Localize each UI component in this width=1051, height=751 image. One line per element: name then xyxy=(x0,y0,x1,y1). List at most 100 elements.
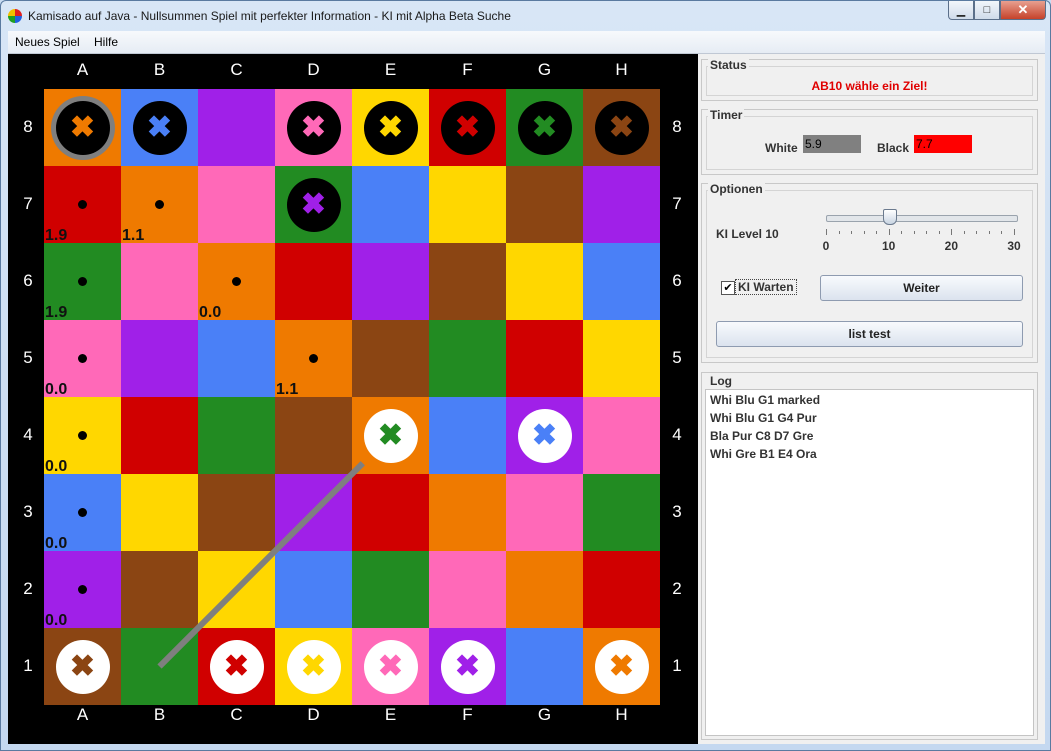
board-cell-h4[interactable] xyxy=(583,397,660,474)
board-cell-e2[interactable] xyxy=(352,551,429,628)
board-cell-f1[interactable]: ✖ xyxy=(429,628,506,705)
board-cell-b1[interactable] xyxy=(121,628,198,705)
board-cell-g2[interactable] xyxy=(506,551,583,628)
list-test-button[interactable]: list test xyxy=(716,321,1023,347)
board-cell-c4[interactable] xyxy=(198,397,275,474)
board-cell-c2[interactable] xyxy=(198,551,275,628)
white-tower-f1[interactable]: ✖ xyxy=(440,639,495,694)
board-cell-h1[interactable]: ✖ xyxy=(583,628,660,705)
close-button[interactable]: ✕ xyxy=(1000,1,1046,20)
menu-neues-spiel[interactable]: Neues Spiel xyxy=(15,35,80,49)
board-cell-c1[interactable]: ✖ xyxy=(198,628,275,705)
board-cell-b6[interactable] xyxy=(121,243,198,320)
ki-level-slider-thumb[interactable] xyxy=(882,209,897,225)
board-cell-b8[interactable]: ✖ xyxy=(121,89,198,166)
board-cell-d3[interactable] xyxy=(275,474,352,551)
board-cell-a1[interactable]: ✖ xyxy=(44,628,121,705)
board-cell-f8[interactable]: ✖ xyxy=(429,89,506,166)
window-title: Kamisado auf Java - Nullsummen Spiel mit… xyxy=(28,9,511,23)
black-tower-b8[interactable]: ✖ xyxy=(132,100,187,155)
board-cell-d1[interactable]: ✖ xyxy=(275,628,352,705)
log-list[interactable]: Whi Blu G1 marked Whi Blu G1 G4 Pur Bla Pu… xyxy=(705,389,1034,736)
row-label-8: 8 xyxy=(23,116,33,136)
board-cell-a6[interactable]: 1.9 xyxy=(44,243,121,321)
board-cell-g1[interactable] xyxy=(506,628,583,705)
white-tower-h1[interactable]: ✖ xyxy=(594,639,649,694)
black-tower-d7[interactable]: ✖ xyxy=(286,177,341,232)
board-cell-h2[interactable] xyxy=(583,551,660,628)
board-cell-f3[interactable] xyxy=(429,474,506,551)
slider-tick-label: 10 xyxy=(881,239,896,253)
white-tower-c1[interactable]: ✖ xyxy=(209,639,264,694)
board-cell-a5[interactable]: 0.0 xyxy=(44,320,121,398)
board-cell-e8[interactable]: ✖ xyxy=(352,89,429,166)
row-label-3: 3 xyxy=(672,501,682,521)
board-cell-g5[interactable] xyxy=(506,320,583,397)
board-cell-b2[interactable] xyxy=(121,551,198,628)
board-cell-d4[interactable] xyxy=(275,397,352,474)
ki-level-slider-track[interactable] xyxy=(826,215,1018,222)
board-cell-f5[interactable] xyxy=(429,320,506,397)
white-tower-e4[interactable]: ✖ xyxy=(363,408,418,463)
board-cell-a3[interactable]: 0.0 xyxy=(44,474,121,552)
board-cell-e6[interactable] xyxy=(352,243,429,320)
black-tower-f8[interactable]: ✖ xyxy=(440,100,495,155)
board-cell-g4[interactable]: ✖ xyxy=(506,397,583,474)
board-cell-d7[interactable]: ✖ xyxy=(275,166,352,243)
board-cell-c6[interactable]: 0.0 xyxy=(198,243,275,321)
board-cell-b7[interactable]: 1.1 xyxy=(121,166,198,244)
white-tower-e1[interactable]: ✖ xyxy=(363,639,418,694)
board-cell-f4[interactable] xyxy=(429,397,506,474)
board-cell-h8[interactable]: ✖ xyxy=(583,89,660,166)
slider-tick xyxy=(888,229,890,235)
board-cell-h7[interactable] xyxy=(583,166,660,243)
board-cell-a2[interactable]: 0.0 xyxy=(44,551,121,629)
board-cell-g3[interactable] xyxy=(506,474,583,551)
board-cell-c3[interactable] xyxy=(198,474,275,551)
black-tower-h8[interactable]: ✖ xyxy=(594,100,649,155)
board-cell-b5[interactable] xyxy=(121,320,198,397)
board-cell-c5[interactable] xyxy=(198,320,275,397)
board-cell-h3[interactable] xyxy=(583,474,660,551)
white-tower-d1[interactable]: ✖ xyxy=(286,639,341,694)
white-tower-a1[interactable]: ✖ xyxy=(55,639,110,694)
board-cell-d6[interactable] xyxy=(275,243,352,320)
board-cell-c7[interactable] xyxy=(198,166,275,243)
column-label-h: H xyxy=(615,705,628,724)
black-tower-d8[interactable]: ✖ xyxy=(286,100,341,155)
board-cell-a4[interactable]: 0.0 xyxy=(44,397,121,475)
board-cell-f6[interactable] xyxy=(429,243,506,320)
board-cell-g8[interactable]: ✖ xyxy=(506,89,583,166)
menu-hilfe[interactable]: Hilfe xyxy=(94,35,118,49)
board-cell-e7[interactable] xyxy=(352,166,429,243)
black-tower-g8[interactable]: ✖ xyxy=(517,100,572,155)
board-cell-a8[interactable]: ✖ xyxy=(44,89,121,166)
board-cell-g7[interactable] xyxy=(506,166,583,243)
board-cell-d5[interactable]: 1.1 xyxy=(275,320,352,398)
board-cell-a7[interactable]: 1.9 xyxy=(44,166,121,244)
board-cell-e5[interactable] xyxy=(352,320,429,397)
weiter-button[interactable]: Weiter xyxy=(820,275,1023,301)
board-cell-h5[interactable] xyxy=(583,320,660,397)
board-cell-d8[interactable]: ✖ xyxy=(275,89,352,166)
board-cell-g6[interactable] xyxy=(506,243,583,320)
ki-warten-checkbox[interactable]: ✔ xyxy=(721,281,735,295)
board-cell-c8[interactable] xyxy=(198,89,275,166)
board-cell-h6[interactable] xyxy=(583,243,660,320)
board-cell-b3[interactable] xyxy=(121,474,198,551)
board-cell-e1[interactable]: ✖ xyxy=(352,628,429,705)
board-cell-e4[interactable]: ✖ xyxy=(352,397,429,474)
black-tower-e8[interactable]: ✖ xyxy=(363,100,418,155)
board-cell-d2[interactable] xyxy=(275,551,352,628)
close-icon: ✕ xyxy=(1017,2,1029,17)
board-cell-f7[interactable] xyxy=(429,166,506,243)
maximize-button[interactable]: □ xyxy=(974,1,1000,20)
board-cell-b4[interactable] xyxy=(121,397,198,474)
ki-warten-label[interactable]: KI Warten xyxy=(735,279,797,295)
minimize-button[interactable]: ▁ xyxy=(948,1,974,20)
black-tower-a8[interactable]: ✖ xyxy=(55,100,110,155)
white-tower-g4[interactable]: ✖ xyxy=(517,408,572,463)
row-label-6: 6 xyxy=(672,270,682,290)
board-cell-f2[interactable] xyxy=(429,551,506,628)
board-cell-e3[interactable] xyxy=(352,474,429,551)
